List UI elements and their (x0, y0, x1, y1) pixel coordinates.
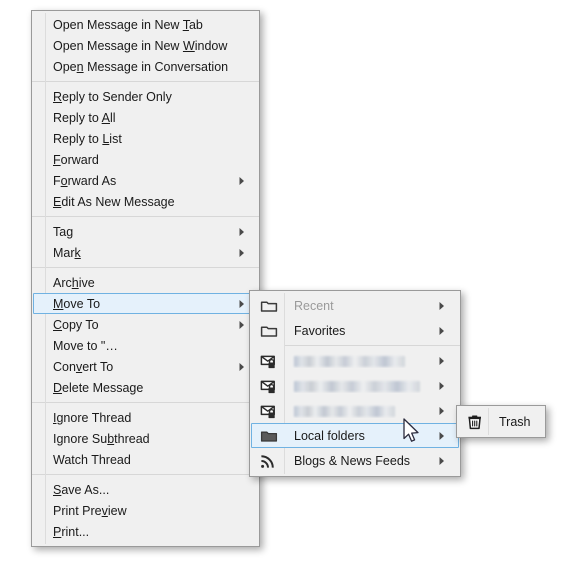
menu-separator (32, 216, 259, 217)
menu-item-label: Trash (499, 414, 531, 429)
menu-item-label (285, 354, 434, 368)
menu-item-save-as[interactable]: Save As... (33, 479, 258, 500)
menu-item-reply-to-list[interactable]: Reply to List (33, 128, 258, 149)
menu-item-archive[interactable]: Archive (33, 272, 258, 293)
trash-icon (460, 412, 490, 432)
move-to-submenu: Recent Favorites Local folders Blogs & News… (249, 290, 461, 477)
menu-item-label: Forward As (53, 173, 117, 188)
menu-item-blogs-and-news-feeds[interactable]: Blogs & News Feeds (251, 448, 459, 473)
menu-separator (32, 402, 259, 403)
menu-item-label: Forward (53, 152, 99, 167)
menu-item-label: Print Preview (53, 503, 127, 518)
redacted-account-name (294, 355, 405, 367)
menu-item-forward[interactable]: Forward (33, 149, 258, 170)
menu-item-open-message-in-new-window[interactable]: Open Message in New Window (33, 35, 258, 56)
menu-item-forward-as[interactable]: Forward As (33, 170, 258, 191)
folder-outline-icon (253, 296, 285, 316)
menu-item-reply-to-all[interactable]: Reply to All (33, 107, 258, 128)
menu-item-delete-message[interactable]: Delete Message (33, 377, 258, 398)
menu-item-label (285, 404, 434, 418)
menu-item-ignore-thread[interactable]: Ignore Thread (33, 407, 258, 428)
submenu-arrow-icon (434, 406, 450, 416)
menu-item-label: Edit As New Message (53, 194, 175, 209)
menu-item-label: Save As... (53, 482, 110, 497)
menu-item-label: Blogs & News Feeds (294, 453, 411, 468)
submenu-arrow-icon (434, 456, 450, 466)
menu-item-reply-to-sender-only[interactable]: Reply to Sender Only (33, 86, 258, 107)
menu-item-label: Mark (53, 245, 81, 260)
menu-item-favorites[interactable]: Favorites (251, 318, 459, 343)
submenu-arrow-icon (434, 301, 450, 311)
menu-item-label: Recent (294, 298, 334, 313)
menu-item-trash[interactable]: Trash (458, 409, 544, 434)
menu-item-watch-thread[interactable]: Watch Thread (33, 449, 258, 470)
menu-item-label: Move To (53, 296, 101, 311)
menu-item-move-to[interactable]: Move To (33, 293, 258, 314)
menu-item-label: Local folders (294, 428, 365, 443)
menu-item-convert-to[interactable]: Convert To (33, 356, 258, 377)
menu-item-open-message-in-new-tab[interactable]: Open Message in New Tab (33, 14, 258, 35)
screenshot-root: Open Message in New Tab Open Message in N… (0, 0, 567, 569)
menu-item-recent: Recent (251, 293, 459, 318)
menu-item-label: Reply to Sender Only (53, 89, 172, 104)
message-context-menu: Open Message in New Tab Open Message in N… (31, 10, 260, 547)
submenu-arrow-icon (234, 320, 250, 330)
menu-item-edit-as-new-message[interactable]: Edit As New Message (33, 191, 258, 212)
menu-item-print-preview[interactable]: Print Preview (33, 500, 258, 521)
menu-item-account-1[interactable] (251, 348, 459, 373)
menu-item-label: Open Message in New Tab (53, 17, 203, 32)
secure-mail-icon (253, 376, 285, 396)
menu-separator (32, 267, 259, 268)
menu-item-copy-to[interactable]: Copy To (33, 314, 258, 335)
trash-submenu: Trash (456, 405, 546, 438)
menu-item-label: Move to "" Again (53, 338, 234, 353)
menu-separator (32, 474, 259, 475)
menu-item-label: Delete Message (53, 380, 144, 395)
menu-item-mark[interactable]: Mark (33, 242, 258, 263)
menu-item-label: Ignore Thread (53, 410, 132, 425)
menu-item-label: Favorites (294, 323, 346, 338)
submenu-arrow-icon (234, 176, 250, 186)
submenu-arrow-icon (234, 248, 250, 258)
menu-item-print[interactable]: Print... (33, 521, 258, 542)
menu-item-tag[interactable]: Tag (33, 221, 258, 242)
submenu-arrow-icon (434, 431, 450, 441)
secure-mail-icon (253, 401, 285, 421)
rss-icon (253, 451, 285, 471)
folder-outline-icon (253, 321, 285, 341)
menu-item-label: Reply to List (53, 131, 122, 146)
folder-solid-icon (253, 426, 285, 446)
secure-mail-icon (253, 351, 285, 371)
menu-item-label: Convert To (53, 359, 114, 374)
submenu-arrow-icon (434, 356, 450, 366)
menu-separator (32, 81, 259, 82)
menu-item-label: Open Message in New Window (53, 38, 228, 53)
menu-item-label: Ignore Subthread (53, 431, 150, 446)
menu-item-label: Tag (53, 224, 74, 239)
menu-item-label: Open Message in Conversation (53, 59, 229, 74)
submenu-arrow-icon (434, 326, 450, 336)
menu-item-label (285, 379, 434, 393)
menu-separator (285, 345, 460, 346)
menu-item-label: Archive (53, 275, 95, 290)
submenu-arrow-icon (234, 362, 250, 372)
submenu-arrow-icon (234, 299, 250, 309)
redacted-account-name (294, 405, 395, 417)
menu-item-label: Print... (53, 524, 90, 539)
redacted-folder-name (108, 340, 217, 352)
menu-item-account-2[interactable] (251, 373, 459, 398)
menu-item-open-message-in-conversation[interactable]: Open Message in Conversation (33, 56, 258, 77)
submenu-arrow-icon (434, 381, 450, 391)
submenu-arrow-icon (234, 227, 250, 237)
menu-item-move-to-again[interactable]: Move to "" Again (33, 335, 258, 356)
menu-item-local-folders[interactable]: Local folders (251, 423, 459, 448)
menu-item-label: Watch Thread (53, 452, 131, 467)
menu-item-ignore-subthread[interactable]: Ignore Subthread (33, 428, 258, 449)
menu-item-account-3[interactable] (251, 398, 459, 423)
menu-item-label: Copy To (53, 317, 99, 332)
menu-item-label: Reply to All (53, 110, 116, 125)
redacted-account-name (294, 380, 420, 392)
